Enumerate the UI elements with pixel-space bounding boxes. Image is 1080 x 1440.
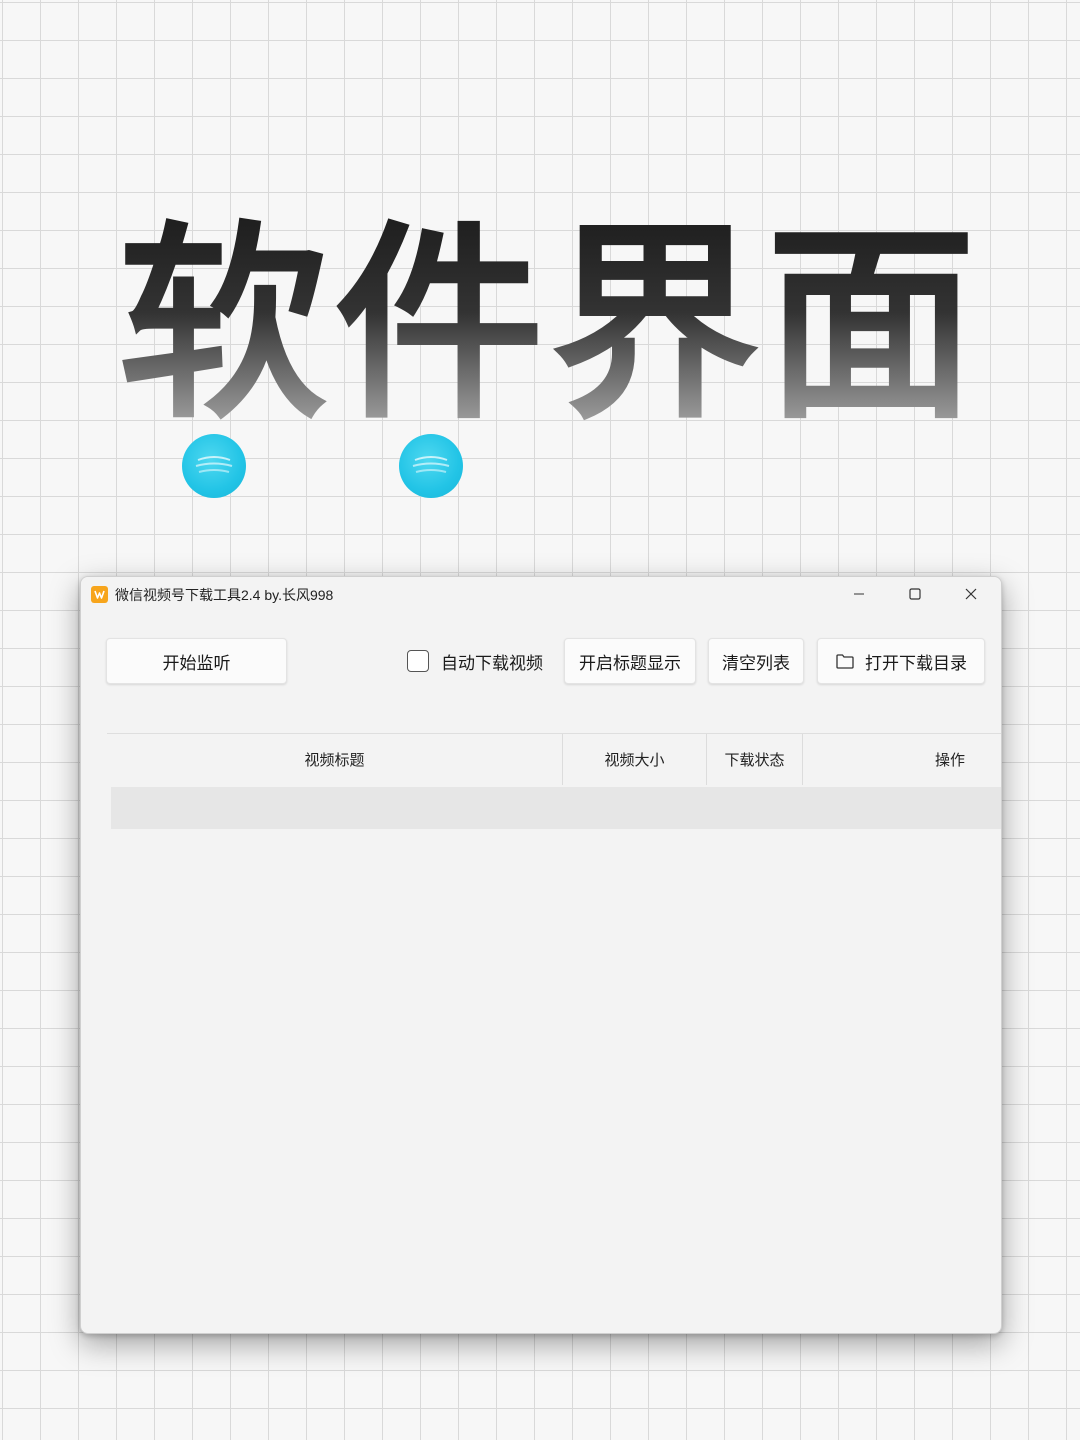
auto-download-toggle[interactable]: 自动下载视频 [407,638,543,684]
app-window: 微信视频号下载工具2.4 by.长风998 开始监听 自动下载视频 开启标题显示… [80,576,1002,1334]
maximize-button[interactable] [887,577,943,611]
column-header-action[interactable]: 操作 [803,734,1001,785]
column-header-video-title[interactable]: 视频标题 [107,734,563,785]
start-listening-label: 开始监听 [162,653,231,674]
auto-download-checkbox[interactable] [407,650,429,672]
decorative-dot [399,434,463,498]
open-download-folder-label: 打开下载目录 [865,653,967,674]
app-logo-icon [91,586,108,603]
auto-download-label: 自动下载视频 [441,653,543,674]
title-bar[interactable]: 微信视频号下载工具2.4 by.长风998 [81,577,1001,611]
decorative-dot [182,434,246,498]
maximize-icon [909,588,921,600]
enable-title-display-label: 开启标题显示 [579,653,681,674]
table-row-empty-selected[interactable] [111,787,1001,829]
minimize-icon [854,593,864,595]
column-header-download-status[interactable]: 下载状态 [707,734,803,785]
table-header: 视频标题 视频大小 下载状态 操作 [107,733,1001,785]
window-title: 微信视频号下载工具2.4 by.长风998 [115,587,334,603]
close-button[interactable] [943,577,999,611]
clear-list-label: 清空列表 [722,653,790,674]
clear-list-button[interactable]: 清空列表 [708,638,804,684]
start-listening-button[interactable]: 开始监听 [106,638,287,684]
enable-title-display-button[interactable]: 开启标题显示 [564,638,696,684]
close-icon [965,588,977,600]
column-header-video-size[interactable]: 视频大小 [563,734,707,785]
folder-icon [835,652,855,670]
hero-title: 软件界面 [100,196,1000,456]
minimize-button[interactable] [831,577,887,611]
open-download-folder-button[interactable]: 打开下载目录 [817,638,985,684]
